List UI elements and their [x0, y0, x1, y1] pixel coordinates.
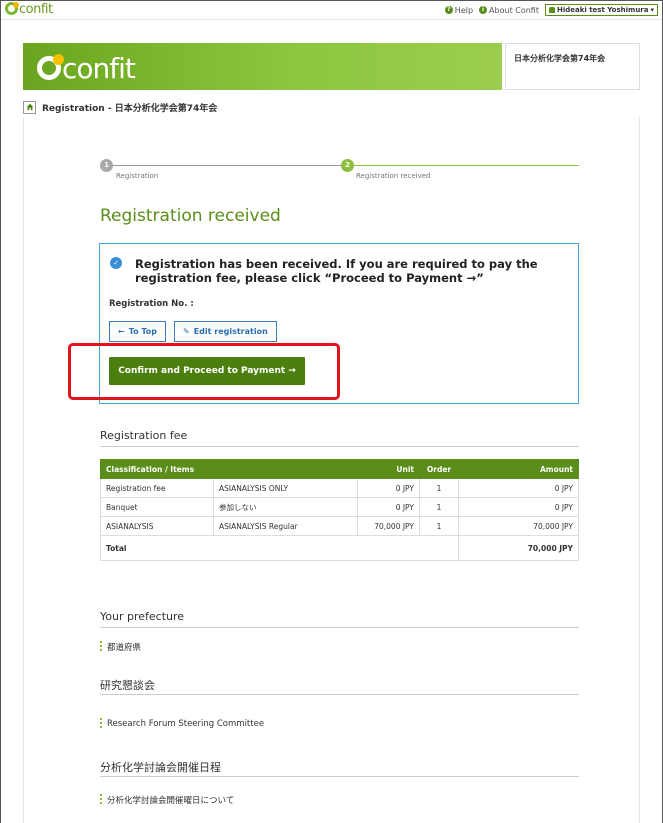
cell-item: Registration fee	[100, 478, 214, 498]
cell-order: 1	[419, 478, 459, 498]
step-connector	[112, 165, 342, 166]
prefecture-field-label: 都道府県	[107, 643, 142, 653]
arrow-left-icon: ←	[118, 327, 125, 336]
help-label: Help	[454, 5, 474, 15]
col-order: Order	[419, 459, 459, 479]
top-logo[interactable]: confit	[5, 2, 53, 17]
fee-section-title: Registration fee	[100, 429, 188, 442]
header-banner: confit	[23, 43, 502, 90]
field-marker-icon	[100, 718, 102, 730]
cell-amount: 0 JPY	[458, 497, 579, 517]
cell-unit: 0 JPY	[357, 478, 420, 498]
step-1-label: Registration	[116, 172, 159, 180]
total-amount: 70,000 JPY	[458, 535, 579, 561]
research-forum-field-label: Research Forum Steering Committee	[107, 719, 265, 729]
cell-unit: 0 JPY	[357, 497, 420, 517]
cell-item: ASIANALYSIS	[100, 516, 214, 536]
confit-logo-icon	[37, 54, 64, 80]
total-row: Total 70,000 JPY	[100, 535, 579, 561]
prefecture-field: 都道府県	[100, 641, 141, 653]
section-rule	[100, 627, 579, 628]
about-link[interactable]: i About Confit	[479, 6, 539, 15]
step-2-circle: 2	[341, 159, 354, 172]
field-marker-icon	[100, 641, 102, 653]
to-top-label: To Top	[128, 327, 157, 336]
caret-down-icon: ▾	[650, 6, 654, 14]
check-icon: ✓	[110, 257, 122, 269]
cell-detail: ASIANALYSIS ONLY	[213, 478, 358, 498]
section-rule	[100, 776, 579, 777]
step-2-label: Registration received	[356, 172, 431, 180]
user-name: Hideaki test Yoshimura	[556, 6, 649, 14]
table-row: Registration fee ASIANALYSIS ONLY 0 JPY …	[100, 478, 579, 498]
help-link[interactable]: ? Help	[444, 5, 474, 15]
edit-registration-label: Edit registration	[193, 327, 268, 336]
confit-logo-icon	[5, 2, 19, 15]
research-forum-section-title: 研究懇談会	[100, 679, 155, 692]
section-rule	[100, 694, 579, 695]
cell-amount: 70,000 JPY	[458, 516, 579, 536]
cell-item: Banquet	[100, 497, 214, 517]
conference-name-box: 日本分析化学会第74年会	[505, 43, 640, 90]
fee-table: Classification / Items Unit Order Amount…	[100, 459, 579, 561]
col-unit: Unit	[357, 459, 420, 479]
top-links: ? Help i About Confit Hideaki test Yoshimu…	[444, 4, 658, 16]
to-top-button[interactable]: ← To Top	[109, 321, 166, 342]
col-amount: Amount	[458, 459, 579, 479]
user-menu-button[interactable]: Hideaki test Yoshimura ▾	[544, 4, 658, 16]
fee-section-rule	[100, 446, 579, 447]
field-marker-icon	[100, 794, 102, 806]
table-row: ASIANALYSIS ASIANALYSIS Regular 70,000 J…	[100, 516, 579, 536]
help-icon: ?	[444, 6, 453, 14]
total-label: Total	[100, 535, 459, 561]
breadcrumb-text: Registration - 日本分析化学会第74年会	[42, 103, 218, 114]
notice-message: Registration has been received. If you a…	[135, 257, 538, 285]
cell-unit: 70,000 JPY	[357, 516, 420, 536]
highlight-annotation	[68, 343, 340, 400]
schedule-section-title: 分析化学討論会開催日程	[100, 761, 221, 774]
edit-icon: ✎	[183, 327, 190, 336]
cell-detail: 参加しない	[213, 497, 358, 517]
user-icon	[548, 7, 555, 13]
step-connector-active	[354, 165, 579, 166]
schedule-field: 分析化学討論会開催曜日について	[100, 794, 234, 806]
prefecture-section-title: Your prefecture	[100, 610, 185, 623]
registration-number: Registration No. :	[109, 299, 194, 309]
table-row: Banquet 参加しない 0 JPY 1 0 JPY	[100, 497, 579, 517]
about-label: About Confit	[489, 5, 539, 15]
home-icon	[26, 103, 33, 111]
conference-name: 日本分析化学会第74年会	[514, 54, 606, 63]
cell-amount: 0 JPY	[458, 478, 579, 498]
cell-order: 1	[419, 516, 459, 536]
cell-order: 1	[419, 497, 459, 517]
fee-table-header: Classification / Items Unit Order Amount	[100, 459, 579, 479]
step-1-circle: 1	[100, 159, 113, 172]
banner-logo-text: confit	[62, 52, 136, 85]
edit-registration-button[interactable]: ✎ Edit registration	[174, 321, 277, 342]
home-button[interactable]	[23, 100, 36, 114]
top-bar: confit ? Help i About Confit Hideaki test …	[1, 1, 662, 20]
page-title: Registration received	[100, 206, 281, 226]
breadcrumb: Registration - 日本分析化学会第74年会	[23, 98, 217, 116]
top-logo-text: confit	[19, 2, 53, 17]
banner-logo[interactable]: confit	[37, 52, 136, 85]
schedule-field-label: 分析化学討論会開催曜日について	[107, 796, 235, 806]
info-icon: i	[479, 6, 488, 14]
cell-detail: ASIANALYSIS Regular	[213, 516, 358, 536]
research-forum-field: Research Forum Steering Committee	[100, 718, 264, 730]
col-classification: Classification / Items	[100, 459, 358, 479]
